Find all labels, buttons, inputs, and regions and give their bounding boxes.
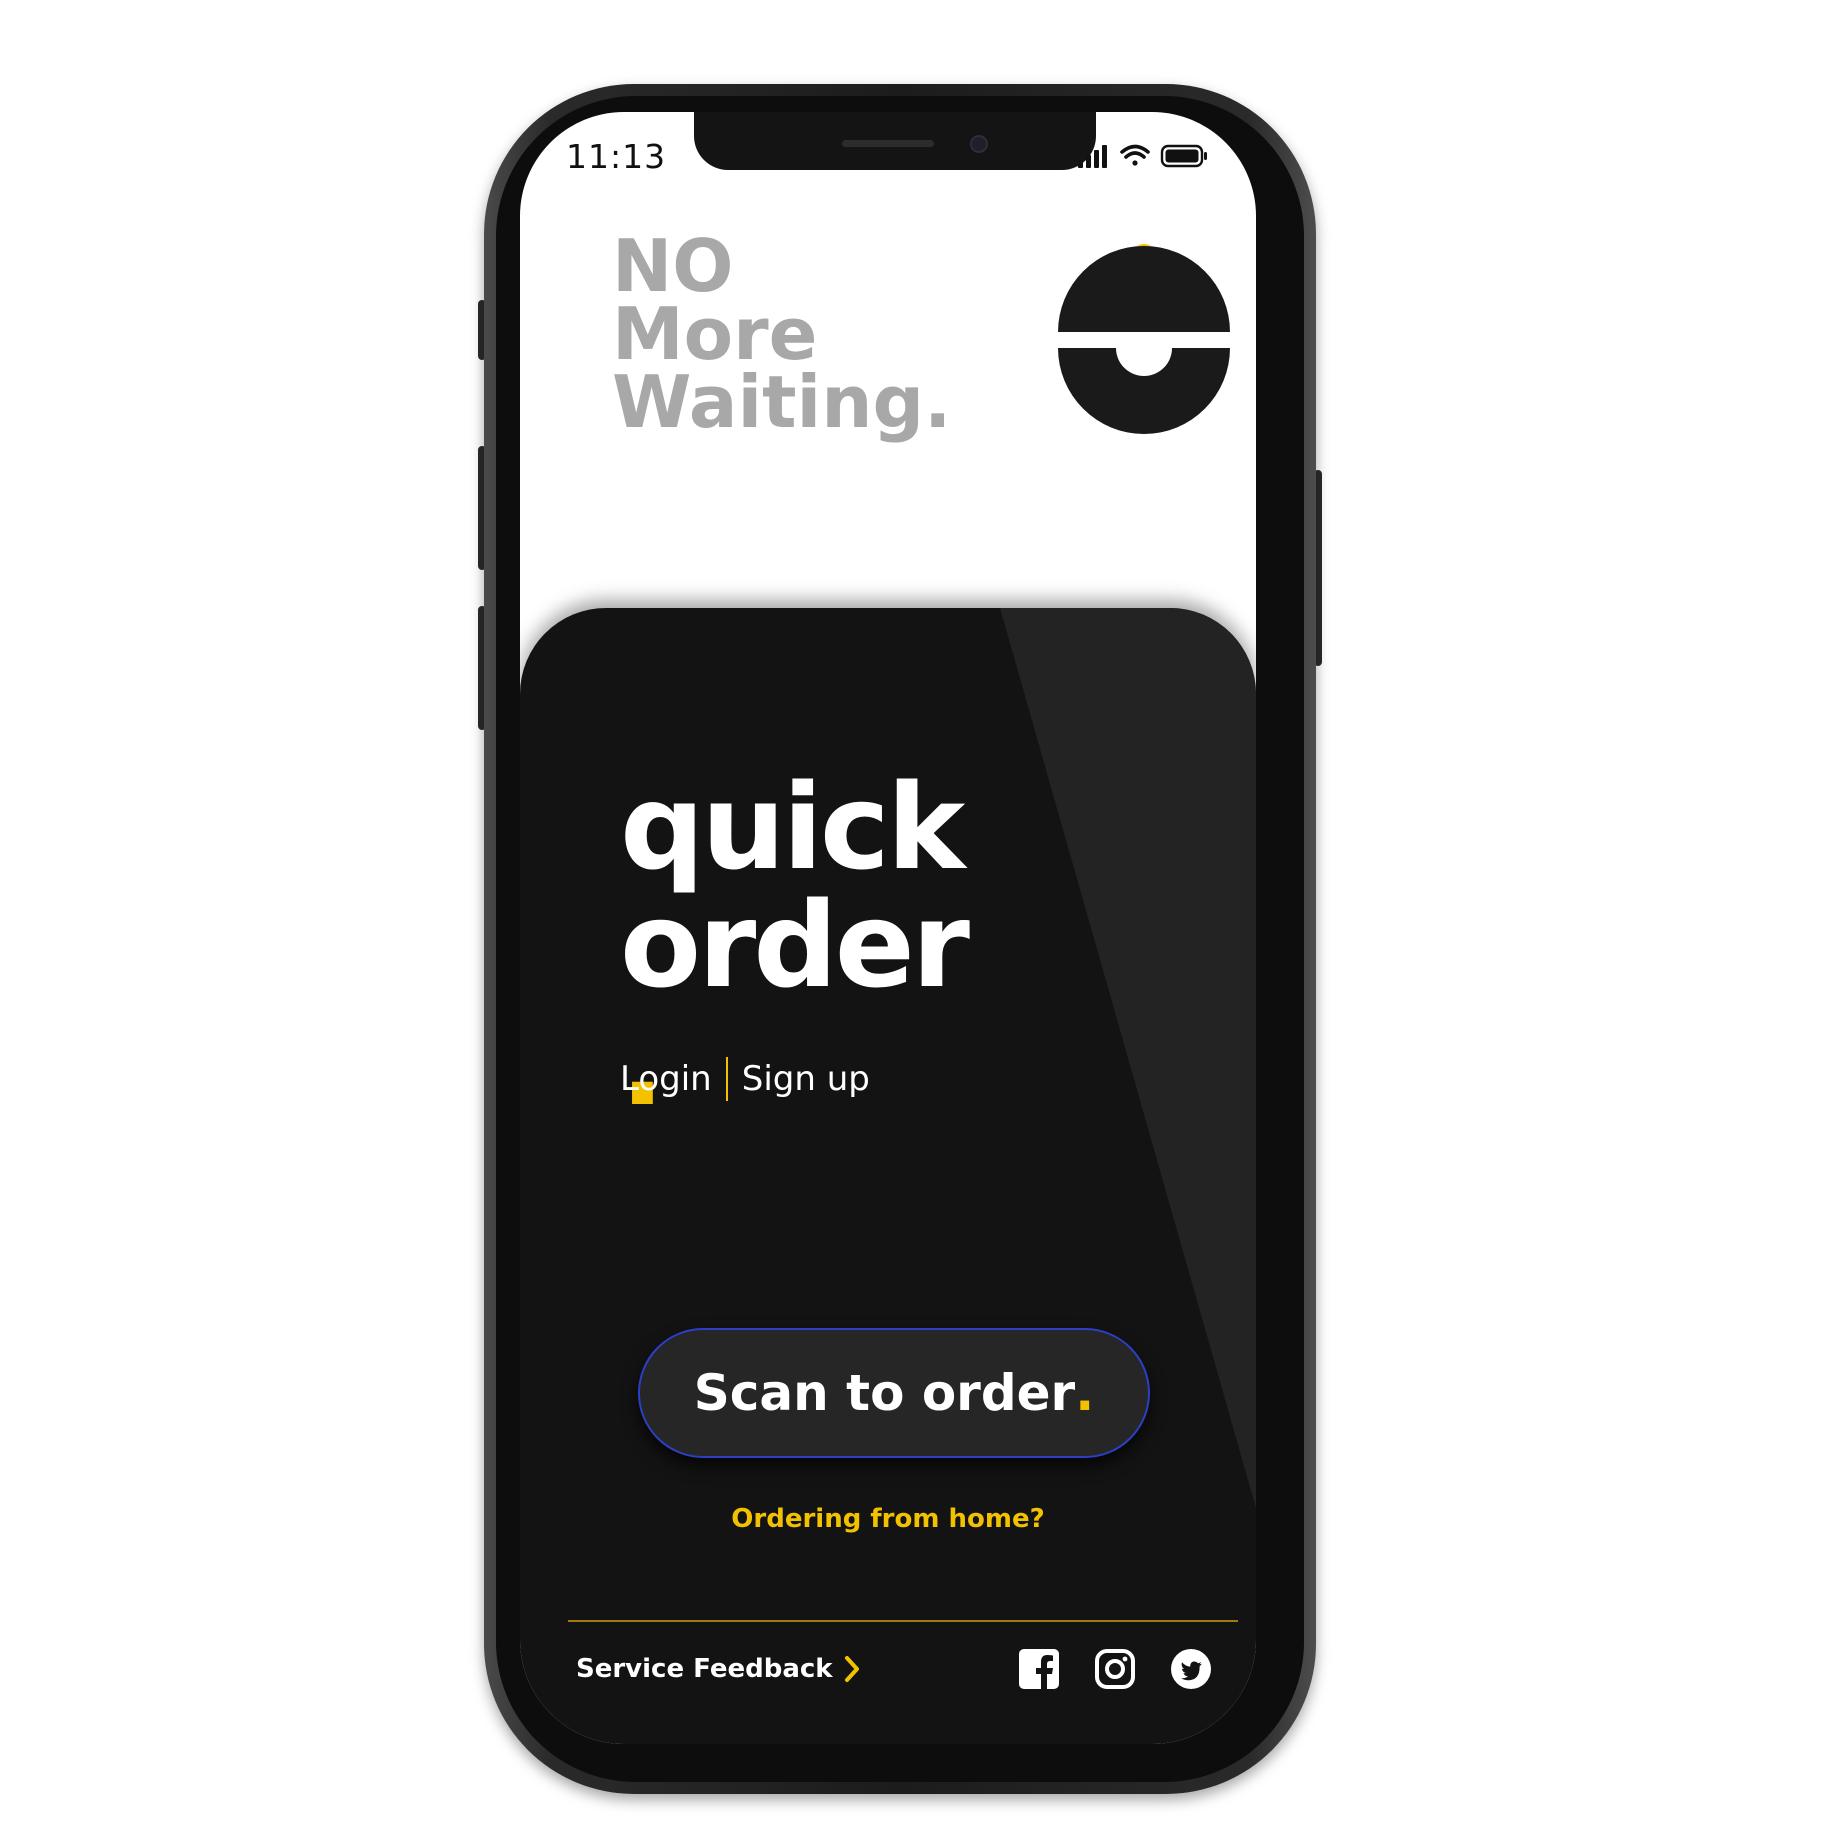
battery-icon	[1160, 144, 1207, 168]
phone-screen: 11:13 NO More Waiting. quick order . Log…	[520, 112, 1256, 1744]
signup-link[interactable]: Sign up	[742, 1059, 870, 1099]
tagline: NO More Waiting.	[612, 224, 952, 444]
wifi-icon	[1120, 144, 1150, 166]
tagline-line-2: More	[612, 292, 818, 376]
scan-button-label: Scan to order	[693, 1364, 1076, 1422]
app-title-word: order	[620, 876, 970, 1014]
login-link[interactable]: Login	[620, 1059, 712, 1099]
social-links	[984, 1648, 1212, 1690]
signal-icon	[1078, 145, 1107, 168]
tagline-line-3: Waiting.	[612, 360, 952, 444]
status-icons	[1078, 144, 1207, 168]
camera-icon	[970, 135, 988, 153]
app-title-line-1: quick	[620, 758, 965, 896]
footer-divider	[568, 1620, 1238, 1622]
notch	[694, 112, 1096, 170]
ordering-from-home-link[interactable]: Ordering from home?	[520, 1504, 1256, 1534]
scan-button-dot: .	[1075, 1364, 1095, 1422]
phone-frame: 11:13 NO More Waiting. quick order . Log…	[484, 84, 1316, 1794]
status-time: 11:13	[566, 137, 667, 176]
twitter-icon[interactable]	[1170, 1648, 1212, 1690]
auth-links: Login Sign up	[620, 1054, 870, 1104]
facebook-icon[interactable]	[1018, 1648, 1060, 1690]
service-feedback-link[interactable]: Service Feedback	[576, 1654, 861, 1684]
chevron-right-icon	[844, 1656, 859, 1682]
scan-to-order-button[interactable]: Scan to order.	[638, 1328, 1150, 1458]
page: 11:13 NO More Waiting. quick order . Log…	[0, 0, 1830, 1830]
instagram-icon[interactable]	[1094, 1648, 1136, 1690]
service-feedback-label: Service Feedback	[576, 1654, 833, 1684]
tagline-line-1: NO	[612, 224, 734, 308]
main-card: quick order. Login Sign up Scan to order…	[520, 608, 1256, 1744]
auth-divider	[725, 1057, 728, 1101]
logo-icon	[1058, 244, 1230, 434]
